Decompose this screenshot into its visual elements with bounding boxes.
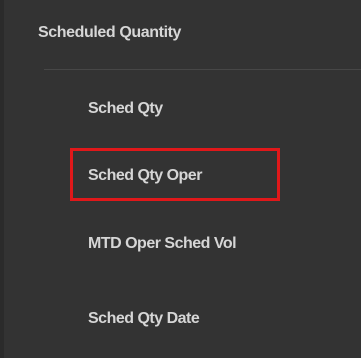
menu-item-label: Sched Qty Date (88, 310, 200, 327)
menu-panel: Scheduled Quantity Sched Qty Sched Qty O… (0, 0, 361, 358)
panel-edge (0, 0, 4, 358)
menu-item-mtd-oper-sched-vol[interactable]: MTD Oper Sched Vol (72, 224, 252, 264)
menu-item-sched-qty-date[interactable]: Sched Qty Date (72, 299, 215, 339)
menu-item-label: Sched Qty (88, 100, 163, 117)
menu-item-label: MTD Oper Sched Vol (88, 235, 237, 252)
menu-item-sched-qty-oper[interactable]: Sched Qty Oper (72, 156, 218, 196)
group-header-scheduled-quantity[interactable]: Scheduled Quantity (38, 24, 181, 48)
divider (44, 69, 361, 70)
menu-item-label: Sched Qty Oper (88, 167, 202, 184)
menu-item-sched-qty[interactable]: Sched Qty (72, 89, 179, 129)
